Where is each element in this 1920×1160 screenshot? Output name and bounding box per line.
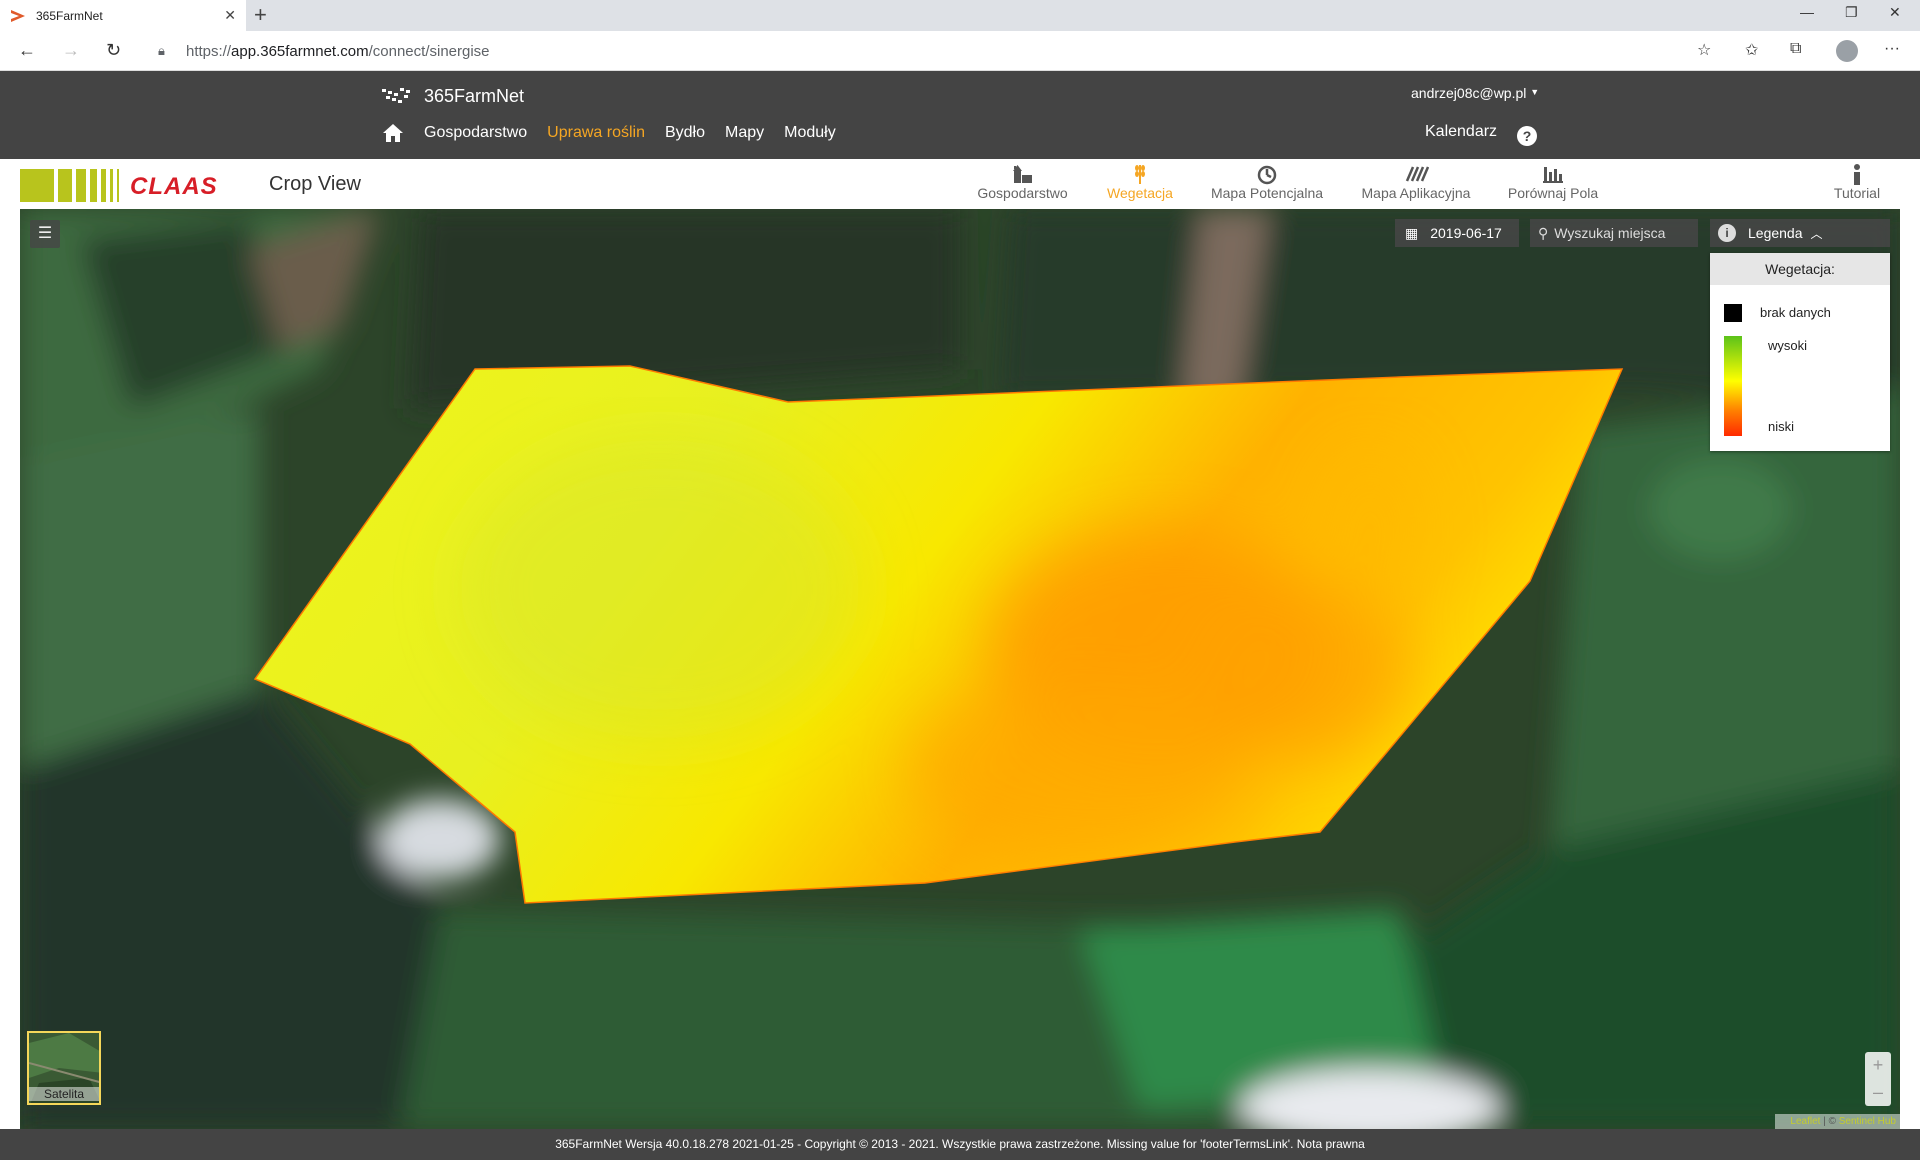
vegetation-gradient [1724, 336, 1742, 436]
forward-arrow-icon[interactable]: → [62, 40, 80, 60]
minimize-icon[interactable]: — [1800, 4, 1814, 20]
selected-date: 2019-06-17 [1430, 225, 1502, 241]
place-search[interactable]: ⚲ [1530, 219, 1698, 247]
nav-bydlo[interactable]: Bydło [665, 124, 705, 142]
reload-icon[interactable]: ↻ [106, 40, 121, 60]
tab-mapa-aplikacyjna[interactable]: Mapa Aplikacyjna [1356, 163, 1476, 201]
tab-label: Gospodarstwo [977, 185, 1068, 201]
user-email: andrzej08c@wp.pl [1411, 85, 1527, 101]
leaflet-link[interactable]: Leaflet [1790, 1116, 1820, 1127]
zoom-out-button[interactable]: – [1865, 1079, 1891, 1106]
nav-uprawa-roslin[interactable]: Uprawa roślin [547, 124, 645, 142]
new-tab-button[interactable]: + [254, 4, 267, 26]
legend-low-label: niski [1768, 419, 1795, 434]
favorite-star-icon[interactable]: ☆ [1697, 40, 1711, 60]
window-close-icon[interactable]: ✕ [1889, 4, 1901, 21]
lock-icon: 🔒︎ [158, 43, 165, 58]
legend-toggle-label: Legenda [1748, 225, 1803, 241]
tab-label: Mapa Aplikacyjna [1361, 185, 1471, 201]
zoom-control: + – [1865, 1052, 1891, 1106]
search-icon: ⚲ [1538, 224, 1549, 241]
page-title: Crop View [269, 173, 361, 195]
claas-logo: CLAAS [130, 173, 218, 200]
browser-tab-title: 365FarmNet [36, 8, 103, 23]
user-menu[interactable]: andrzej08c@wp.pl ▼ [1411, 85, 1539, 101]
tab-label: Porównaj Pola [1507, 185, 1599, 201]
favorites-list-icon[interactable]: ✩ [1745, 40, 1758, 60]
claas-stripes-logo [20, 169, 123, 202]
restore-icon[interactable]: ❐ [1845, 4, 1858, 21]
browser-tab[interactable]: 365FarmNet ✕ [0, 0, 246, 31]
legend-info-icon: i [1718, 224, 1736, 242]
legend-header: Wegetacja: [1710, 253, 1890, 285]
caret-down-icon: ▼ [1530, 87, 1540, 97]
tab-porownaj-pola[interactable]: Porównaj Pola [1503, 163, 1603, 201]
no-data-label: brak danych [1760, 305, 1831, 320]
tab-label: Mapa Potencjalna [1210, 185, 1324, 201]
farmnet-logo-icon [380, 85, 420, 107]
tab-mapa-potencjalna[interactable]: Mapa Potencjalna [1206, 163, 1328, 201]
calendar-icon: ▦ [1405, 224, 1419, 241]
calendar-link[interactable]: Kalendarz [1425, 123, 1497, 141]
more-menu-icon[interactable]: ··· [1884, 40, 1900, 58]
farmnet-logo[interactable]: 365FarmNet [380, 85, 524, 107]
nav-gospodarstwo[interactable]: Gospodarstwo [424, 124, 527, 142]
collections-icon[interactable]: ⧉ [1790, 40, 1801, 58]
farmnet-favicon-icon [10, 8, 26, 24]
basemap-label: Satelita [29, 1087, 99, 1101]
date-selector[interactable]: ▦ 2019-06-17 [1395, 219, 1519, 247]
search-input[interactable] [1554, 225, 1685, 241]
footer-legal-link[interactable]: Nota prawna [1297, 1137, 1365, 1151]
tab-wegetacja[interactable]: Wegetacja [1100, 163, 1180, 201]
browser-tabbar: 365FarmNet ✕ + — ❐ ✕ [0, 0, 1920, 31]
legend-panel: Wegetacja: brak danych wysoki niski [1710, 253, 1890, 451]
wheat-icon [1100, 163, 1180, 185]
attribution-separator: | © [1820, 1116, 1839, 1127]
farm-icon [975, 163, 1070, 185]
zoom-in-button[interactable]: + [1865, 1052, 1891, 1079]
no-data-swatch [1724, 304, 1742, 322]
url-scheme: https:// [186, 42, 232, 60]
info-icon [1825, 163, 1889, 185]
sentinel-hub-link[interactable]: Sentinel Hub [1839, 1116, 1896, 1127]
footer: 365FarmNet Wersja 40.0.18.278 2021-01-25… [0, 1129, 1920, 1160]
basemap-switcher[interactable]: Satelita [27, 1031, 101, 1105]
tab-gospodarstwo[interactable]: Gospodarstwo [975, 163, 1070, 201]
cropview-bar: CLAAS Crop View Gospodarstwo Wegetacja M… [0, 159, 1920, 209]
tab-label: Tutorial [1833, 185, 1881, 201]
satellite-map[interactable] [20, 209, 1900, 1129]
url-path: /connect/sinergise [368, 42, 490, 60]
main-nav: Gospodarstwo Uprawa roślin Bydło Mapy Mo… [382, 123, 856, 143]
profile-avatar[interactable] [1836, 40, 1858, 62]
nav-mapy[interactable]: Mapy [725, 124, 764, 142]
help-icon[interactable]: ? [1517, 126, 1537, 146]
url-field[interactable]: 🔒︎ https:// app.365farmnet.com /connect/… [144, 36, 1704, 66]
legend-toggle[interactable]: i Legenda ︿ [1710, 219, 1890, 247]
chevron-up-icon: ︿ [1810, 226, 1823, 241]
home-icon[interactable] [382, 123, 404, 143]
browser-addressbar: ← → ↻ 🔒︎ https:// app.365farmnet.com /co… [0, 31, 1920, 71]
potential-map-icon [1206, 163, 1328, 185]
app-header: 365FarmNet andrzej08c@wp.pl ▼ Gospodarst… [0, 71, 1920, 159]
layers-menu-icon[interactable]: ☰ [30, 220, 60, 248]
footer-copyright: 365FarmNet Wersja 40.0.18.278 2021-01-25… [555, 1137, 1104, 1151]
footer-missing-terms: Missing value for 'footerTermsLink'. [1106, 1137, 1294, 1151]
application-map-icon [1356, 163, 1476, 185]
url-domain: app.365farmnet.com [231, 42, 369, 60]
map-view[interactable]: ☰ ▦ 2019-06-17 ⚲ i Legenda ︿ Wegetacja: … [20, 209, 1900, 1129]
back-arrow-icon[interactable]: ← [18, 40, 36, 60]
nav-moduly[interactable]: Moduły [784, 124, 836, 142]
tab-tutorial[interactable]: Tutorial [1825, 163, 1889, 201]
farmnet-logo-text: 365FarmNet [424, 85, 525, 106]
compare-chart-icon [1503, 163, 1603, 185]
tab-close-icon[interactable]: ✕ [224, 7, 236, 24]
tab-label: Wegetacja [1107, 185, 1173, 201]
legend-high-label: wysoki [1768, 338, 1808, 353]
map-attribution: Leaflet | © Sentinel Hub [1775, 1114, 1900, 1129]
